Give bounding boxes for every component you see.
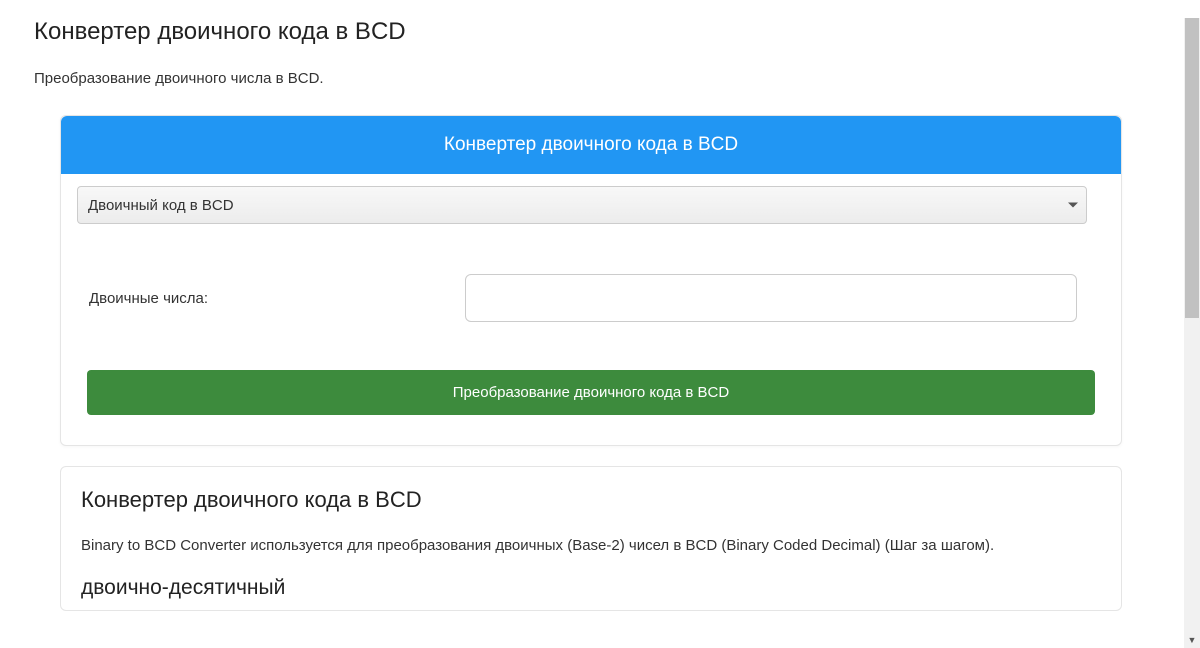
input-row: Двоичные числа: (77, 274, 1105, 322)
page-subtitle: Преобразование двоичного числа в BCD. (34, 70, 1156, 87)
info-subheading: двоично-десятичный (81, 576, 1101, 600)
panel-header: Конвертер двоичного кода в BCD (61, 116, 1121, 174)
scroll-down-icon[interactable]: ▼ (1184, 632, 1200, 648)
info-description: Binary to BCD Converter используется для… (81, 537, 1101, 554)
info-panel: Конвертер двоичного кода в BCD Binary to… (60, 466, 1122, 611)
binary-input-label: Двоичные числа: (89, 290, 465, 307)
convert-button[interactable]: Преобразование двоичного кода в BCD (87, 370, 1095, 415)
info-heading: Конвертер двоичного кода в BCD (81, 487, 1101, 513)
scrollbar-track[interactable]: ▲ ▼ (1184, 18, 1200, 648)
mode-select-value: Двоичный код в BCD (88, 197, 234, 214)
mode-select[interactable]: Двоичный код в BCD (77, 186, 1087, 224)
mode-select-wrapper: Двоичный код в BCD (77, 186, 1105, 224)
scrollbar-thumb[interactable] (1185, 18, 1199, 318)
panel-body: Двоичный код в BCD Двоичные числа: Преоб… (61, 174, 1121, 445)
page-title: Конвертер двоичного кода в BCD (34, 18, 1156, 46)
binary-input[interactable] (465, 274, 1077, 322)
converter-panel: Конвертер двоичного кода в BCD Двоичный … (60, 115, 1122, 446)
chevron-down-icon (1068, 203, 1078, 208)
page-container: Конвертер двоичного кода в BCD Преобразо… (30, 18, 1156, 611)
